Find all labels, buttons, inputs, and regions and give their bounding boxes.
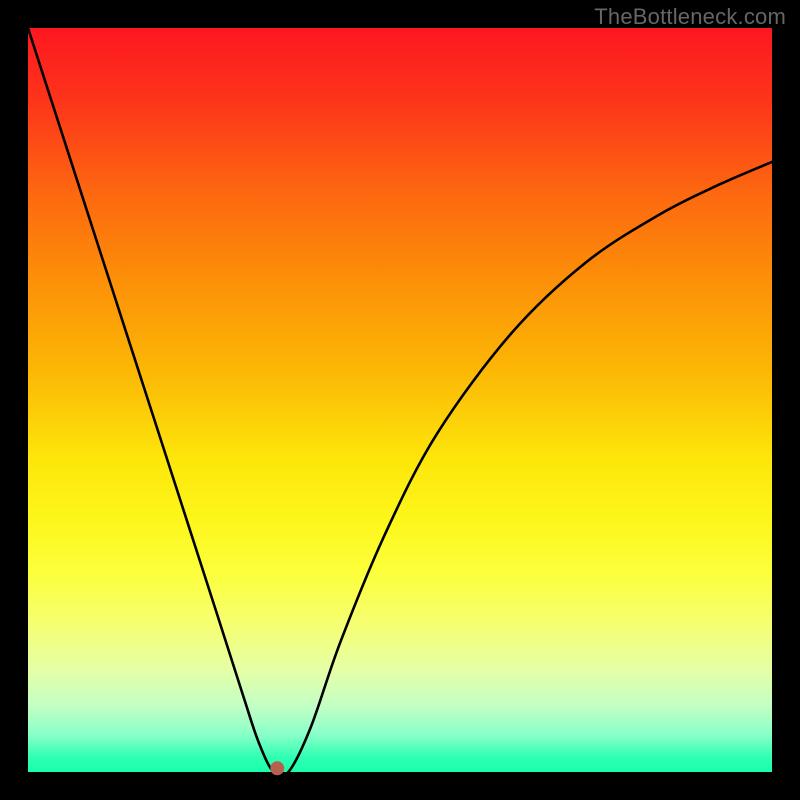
- minimum-marker: [270, 761, 284, 775]
- curve-line: [28, 28, 772, 777]
- plot-area: [28, 28, 772, 772]
- chart-frame: TheBottleneck.com: [0, 0, 800, 800]
- chart-svg: [28, 28, 772, 772]
- watermark-text: TheBottleneck.com: [594, 4, 786, 30]
